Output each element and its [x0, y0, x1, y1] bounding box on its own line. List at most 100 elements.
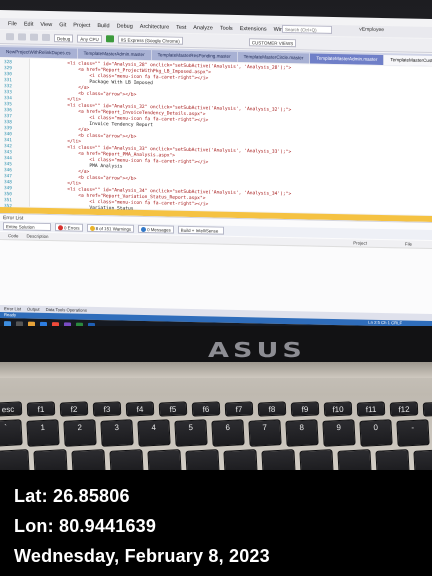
run-icon[interactable] — [105, 35, 114, 43]
column-code[interactable]: Code — [8, 232, 19, 239]
menu-item[interactable]: Project — [73, 22, 90, 28]
keyboard-key — [337, 449, 372, 470]
keyboard-key — [375, 449, 410, 470]
messages-toggle[interactable]: 0 Messages — [138, 224, 174, 234]
document-tab[interactable]: TemplateMasterAdmin.master — [77, 48, 151, 61]
keyboard-key — [109, 449, 144, 470]
document-tab[interactable]: TemplateMasterCustom.master — [384, 55, 432, 67]
errors-toggle[interactable]: 0 Errors — [55, 223, 83, 232]
keyboard-key: 8 — [285, 419, 319, 447]
search-input[interactable]: Search (Ctrl+Q) — [282, 24, 332, 34]
laptop-screen: File Edit View Git Project Build Debug Architec… — [0, 10, 432, 338]
keyboard-key: ins — [422, 401, 432, 417]
platform-combo[interactable]: Any CPU — [77, 34, 102, 43]
line-number-gutter: 328 329 330 331 332 333 334 335 336 337 338 339 340 3… — [0, 58, 30, 215]
geo-overlay: Lat: 26.85806 Lon: 80.9441639 Wednesday,… — [0, 470, 432, 576]
menu-item[interactable]: Test — [176, 24, 186, 30]
line-number: 339 — [4, 126, 12, 132]
account-label[interactable]: vEmployee — [359, 27, 384, 34]
keyboard-key: f8 — [257, 401, 287, 417]
keyboard-key: f5 — [158, 401, 188, 417]
save-icon[interactable] — [30, 33, 38, 41]
keyboard-key — [71, 449, 106, 470]
line-number: 337 — [4, 114, 12, 120]
views-combo[interactable]: CUSTOMER VIEWS — [248, 37, 297, 47]
keyboard-key: 5 — [174, 419, 208, 447]
menu-item[interactable]: Architecture — [140, 23, 169, 30]
line-number: 351 — [4, 198, 12, 204]
menu-item[interactable]: Build — [97, 23, 109, 29]
line-number: 334 — [4, 96, 12, 102]
line-number: 329 — [4, 66, 12, 72]
line-number: 336 — [4, 108, 12, 114]
line-number: 330 — [4, 72, 12, 78]
undo-icon[interactable] — [42, 33, 50, 42]
keyboard-key — [299, 449, 334, 470]
forward-icon[interactable] — [18, 33, 26, 41]
scope-select[interactable]: Entire Solution — [3, 222, 51, 232]
line-number: 347 — [4, 174, 12, 180]
keyboard-key: f7 — [224, 401, 254, 417]
status-text: Ready — [4, 312, 17, 318]
config-combo[interactable]: Debug — [54, 33, 74, 43]
keyboard-key: 9 — [322, 419, 356, 447]
warnings-count: 8 of 151 Warnings — [95, 226, 132, 232]
menu-item[interactable]: File — [8, 21, 17, 27]
menu-item[interactable]: Analyze — [193, 25, 213, 31]
build-filter-select[interactable]: Build + IntelliSense — [177, 225, 224, 235]
document-tab[interactable]: TemplateMasterAdmin.master — [310, 53, 384, 66]
column-description[interactable]: Description — [27, 233, 49, 240]
keyboard-key: 4 — [137, 419, 171, 447]
keyboard-key: ` — [0, 419, 23, 447]
photo-scene: File Edit View Git Project Build Debug Architec… — [0, 0, 432, 470]
errors-count: 0 Errors — [64, 225, 80, 231]
warnings-toggle[interactable]: 8 of 151 Warnings — [86, 223, 135, 233]
line-number: 349 — [4, 186, 12, 192]
line-number: 345 — [4, 162, 12, 168]
document-tab[interactable]: NewProjectWithRelinkDupes.cs — [0, 47, 77, 59]
line-number: 350 — [4, 192, 12, 198]
line-number: 340 — [4, 132, 12, 138]
keyboard-key: 2 — [63, 419, 97, 447]
keyboard-key: 0 — [359, 419, 393, 447]
menu-item[interactable]: View — [40, 21, 52, 27]
line-number: 341 — [4, 138, 12, 144]
menu-item[interactable]: Edit — [24, 21, 33, 27]
keyboard-key: f6 — [191, 401, 221, 417]
messages-count: 0 Messages — [147, 227, 171, 233]
menu-item[interactable]: Git — [59, 22, 66, 28]
code-editor[interactable]: 328 329 330 331 332 333 334 335 336 337 338 339 340 3… — [0, 58, 432, 215]
latitude-text: Lat: 26.85806 — [14, 486, 130, 506]
line-number: 344 — [4, 156, 12, 162]
document-tab[interactable]: TemplateMasterCircle.master — [237, 51, 310, 64]
line-number: 331 — [4, 78, 12, 84]
menu-item[interactable]: Extensions — [240, 26, 267, 33]
keyboard-key: 1 — [26, 419, 60, 447]
keyboard-key — [223, 449, 258, 470]
browser-combo[interactable]: IIS Express (Google Chrome) — [117, 34, 183, 45]
keyboard-key: esc — [0, 401, 23, 417]
keyboard-key: f11 — [356, 401, 386, 417]
keyboard-key: f10 — [323, 401, 353, 417]
column-file[interactable]: File — [405, 240, 412, 247]
keyboard-key: f4 — [125, 401, 155, 417]
line-number: 342 — [4, 144, 12, 150]
date-text: Wednesday, February 8, 2023 — [14, 546, 270, 566]
keyboard-key — [185, 449, 220, 470]
keyboard-key: f12 — [389, 401, 419, 417]
keyboard-key: - — [396, 419, 430, 447]
brand-logo: ASUS — [208, 338, 306, 362]
keyboard-key: f2 — [59, 401, 89, 417]
keyboard-key: 6 — [211, 419, 245, 447]
menu-item[interactable]: Tools — [220, 25, 233, 31]
keyboard-key — [0, 449, 30, 470]
line-number: 333 — [4, 90, 12, 96]
line-number: 335 — [4, 102, 12, 108]
column-project[interactable]: Project — [353, 239, 367, 246]
menu-item[interactable]: Debug — [117, 23, 133, 29]
document-tab[interactable]: TemplateMasterResPonding.master — [151, 50, 237, 62]
line-number: 343 — [4, 150, 12, 156]
back-icon[interactable] — [6, 33, 14, 41]
keyboard-key: f3 — [92, 401, 122, 417]
error-list-panel: Error List Entire Solution 0 Errors 8 of… — [0, 213, 432, 318]
